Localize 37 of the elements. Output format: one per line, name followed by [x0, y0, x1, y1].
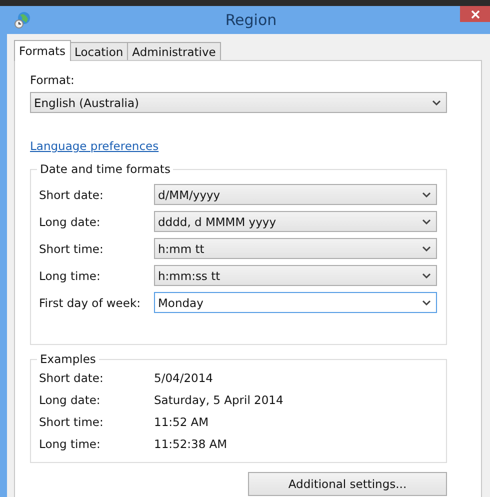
- format-label: Long time:: [39, 268, 102, 282]
- chevron-down-icon: [422, 218, 431, 224]
- chevron-down-icon: [422, 300, 431, 306]
- group-title: Examples: [37, 352, 99, 366]
- example-value: 11:52:38 AM: [154, 437, 228, 451]
- tab[interactable]: Location: [70, 42, 128, 60]
- chevron-down-icon: [432, 100, 441, 106]
- format-dropdown[interactable]: d/MM/yyyy: [154, 184, 437, 205]
- language-preferences-link[interactable]: Language preferences: [30, 139, 159, 154]
- tab[interactable]: Formats: [14, 40, 71, 61]
- example-value: Saturday, 5 April 2014: [154, 393, 284, 407]
- format-label: Long date:: [39, 214, 102, 228]
- close-icon: [470, 10, 480, 18]
- format-dropdown[interactable]: h:mm tt: [154, 238, 437, 259]
- close-button[interactable]: [460, 6, 490, 22]
- window-title: Region: [224, 11, 278, 29]
- chevron-down-icon: [422, 246, 431, 252]
- format-label: Short date:: [39, 188, 104, 202]
- format-dropdown[interactable]: h:mm:ss tt: [154, 265, 437, 286]
- example-label: Short time:: [39, 415, 104, 429]
- example-label: Long time:: [39, 437, 102, 451]
- additional-settings-button[interactable]: Additional settings...: [248, 472, 447, 496]
- chevron-down-icon: [422, 192, 431, 198]
- example-value: 5/04/2014: [154, 371, 213, 385]
- example-label: Short date:: [39, 371, 104, 385]
- chevron-down-icon: [422, 272, 431, 278]
- example-value: 11:52 AM: [154, 415, 209, 429]
- group-title: Date and time formats: [37, 162, 174, 176]
- format-label: Short time:: [39, 242, 104, 256]
- format-dropdown[interactable]: Monday: [154, 292, 437, 313]
- format-dropdown[interactable]: English (Australia): [30, 92, 447, 113]
- format-label: First day of week:: [39, 296, 142, 310]
- format-dropdown[interactable]: dddd, d MMMM yyyy: [154, 211, 437, 232]
- tab[interactable]: Administrative: [127, 42, 221, 60]
- format-label: Format:: [30, 73, 76, 87]
- example-label: Long date:: [39, 393, 102, 407]
- globe-clock-icon: [14, 11, 32, 29]
